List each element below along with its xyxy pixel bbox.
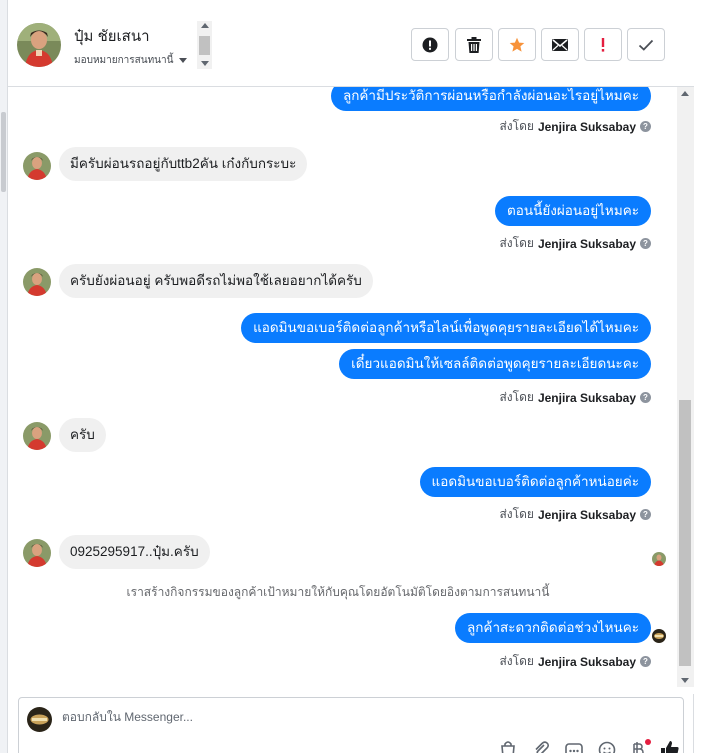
sender-name: Jenjira Suksabay [537, 119, 636, 134]
scroll-up-icon[interactable] [201, 23, 209, 28]
help-icon[interactable]: ? [640, 509, 651, 520]
mark-done-button[interactable] [627, 28, 665, 61]
help-icon[interactable]: ? [640, 656, 651, 667]
shopping-bag-icon[interactable] [499, 740, 517, 753]
star-button[interactable] [498, 28, 536, 61]
scrollbar-thumb[interactable] [679, 400, 691, 666]
header-mini-scrollbar[interactable] [197, 21, 212, 69]
outgoing-message-bubble[interactable]: เดี๋ยวแอดมินให้เซลล์ติดต่อพูดคุยรายละเอี… [339, 349, 651, 379]
sent-by-label: ส่งโดย Jenjira Suksabay ? [499, 234, 651, 253]
sender-name: Jenjira Suksabay [537, 236, 636, 251]
incoming-message-bubble[interactable]: ครับ [59, 418, 106, 452]
contact-avatar[interactable] [17, 23, 61, 67]
alert-circle-icon [422, 37, 438, 52]
scroll-down-icon[interactable] [681, 678, 689, 683]
sent-by-label: ส่งโดย Jenjira Suksabay ? [499, 117, 651, 136]
exclamation-icon [601, 37, 605, 52]
page-scrollbar-thumb[interactable] [1, 112, 6, 192]
sender-avatar [23, 268, 51, 296]
chevron-down-icon [179, 58, 188, 63]
delete-button[interactable] [455, 28, 493, 61]
paperclip-icon[interactable] [532, 740, 550, 753]
outgoing-message-bubble[interactable]: ลูกค้าสะดวกติดต่อช่วงไหนคะ [454, 613, 651, 643]
scroll-down-icon[interactable] [201, 61, 209, 66]
assign-conversation-dropdown[interactable]: มอบหมายการสนทนานี้ [74, 53, 188, 68]
sender-avatar [23, 539, 51, 567]
emoji-icon[interactable] [598, 740, 616, 753]
sent-by-label: ส่งโดย Jenjira Suksabay ? [499, 388, 651, 407]
incoming-message-bubble[interactable]: มีครับผ่อนรถอยู่กับttb2คัน เก๋งกับกระบะ [59, 147, 308, 181]
star-icon [509, 37, 525, 52]
sent-by-prefix: ส่งโดย [499, 507, 534, 521]
scroll-up-icon[interactable] [681, 91, 689, 96]
outgoing-message-bubble[interactable]: ลูกค้ามีประวัติการผ่อนหรือกำลังผ่อนอะไรอ… [330, 87, 651, 111]
sent-by-prefix: ส่งโดย [499, 119, 534, 133]
sender-name: Jenjira Suksabay [537, 654, 636, 669]
sender-avatar [23, 422, 51, 450]
sender-name: Jenjira Suksabay [537, 507, 636, 522]
help-icon[interactable]: ? [640, 392, 651, 403]
report-spam-button[interactable] [411, 28, 449, 61]
sender-avatar [23, 152, 51, 180]
assign-label: มอบหมายการสนทนานี้ [74, 55, 174, 66]
envelope-icon [552, 38, 568, 51]
sent-by-prefix: ส่งโดย [499, 236, 534, 250]
conversation-header: ปุ๋ม ชัยเสนา มอบหมายการสนทนานี้ [8, 0, 694, 87]
sender-name: Jenjira Suksabay [537, 390, 636, 405]
reply-input[interactable] [62, 710, 462, 724]
check-icon [638, 39, 654, 51]
thumbs-up-icon[interactable] [660, 740, 679, 753]
system-activity-note: เราสร้างกิจกรรมของลูกค้าเป้าหมายให้กับคุ… [126, 585, 550, 599]
help-icon[interactable]: ? [640, 121, 651, 132]
outgoing-message-bubble[interactable]: แอดมินขอเบอร์ติดต่อลูกค้าหรือไลน์เพื่อพู… [241, 313, 651, 343]
page-avatar [27, 707, 52, 732]
outgoing-message-bubble[interactable]: ตอนนี้ยังผ่อนอยู่ไหมคะ [495, 196, 651, 226]
reply-composer [18, 697, 684, 753]
message-thread: ลูกค้ามีประวัติการผ่อนหรือกำลังผ่อนอะไรอ… [8, 87, 694, 694]
read-receipt-avatar [652, 552, 666, 566]
trash-icon [467, 36, 481, 53]
help-icon[interactable]: ? [640, 238, 651, 249]
contact-name[interactable]: ปุ๋ม ชัยเสนา [74, 24, 150, 48]
sent-by-label: ส่งโดย Jenjira Suksabay ? [499, 652, 651, 671]
outgoing-message-bubble[interactable]: แอดมินขอเบอร์ติดต่อลูกค้าหน่อยค่ะ [419, 467, 651, 497]
sent-by-label: ส่งโดย Jenjira Suksabay ? [499, 505, 651, 524]
scrollbar-thumb[interactable] [199, 36, 210, 55]
sent-by-prefix: ส่งโดย [499, 654, 534, 668]
read-receipt-avatar [652, 629, 666, 643]
mark-unread-button[interactable] [541, 28, 579, 61]
incoming-message-bubble[interactable]: 0925295917..ปุ๋ม.ครับ [59, 535, 210, 569]
sent-by-prefix: ส่งโดย [499, 390, 534, 404]
thread-scrollbar[interactable] [677, 87, 694, 687]
notification-dot [645, 739, 651, 745]
saved-reply-icon[interactable] [565, 740, 583, 753]
mark-important-button[interactable] [584, 28, 622, 61]
incoming-message-bubble[interactable]: ครับยังผ่อนอยู่ ครับพอดีรถไม่พอใช้เลยอยา… [59, 264, 373, 298]
conversation-panel: ปุ๋ม ชัยเสนา มอบหมายการสนทนานี้ ลูกค้ามี… [8, 0, 694, 753]
page-edge [0, 0, 8, 753]
